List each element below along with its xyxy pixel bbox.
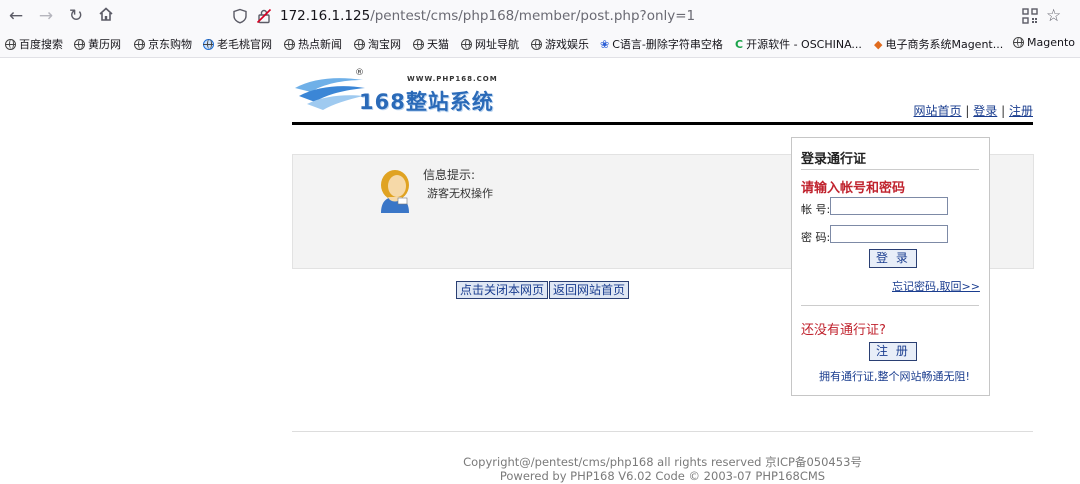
site-home-link[interactable]: 网站首页 bbox=[914, 104, 962, 118]
bookmark-label: C语言-删除字符串空格 bbox=[612, 38, 723, 51]
home-icon[interactable] bbox=[96, 6, 116, 26]
paw-icon: ❀ bbox=[600, 38, 610, 51]
login-button[interactable]: 登 录 bbox=[869, 249, 917, 268]
bookmark-label: 百度搜索 bbox=[19, 38, 63, 51]
register-button[interactable]: 注 册 bbox=[869, 342, 917, 361]
url-text[interactable]: 172.16.1.125/pentest/cms/php168/member/p… bbox=[280, 8, 695, 24]
avatar-icon bbox=[381, 170, 409, 213]
password-label: 密 码: bbox=[801, 231, 831, 244]
copyright-text: Copyright@/pentest/cms/php168 all rights… bbox=[463, 455, 862, 469]
bookmark-label: 开源软件 - OSCHINA... bbox=[746, 38, 862, 51]
footer-divider bbox=[292, 431, 1033, 432]
bookmark-item[interactable]: ❀ C语言-删除字符串空格 bbox=[600, 36, 723, 52]
register-link[interactable]: 注册 bbox=[1009, 104, 1033, 118]
powered-by-text: Powered by PHP168 V6.02 Code © 2003-07 P… bbox=[499, 469, 826, 483]
benefit-text: 拥有通行证,整个网站畅通无阻! bbox=[819, 370, 970, 383]
globe-icon bbox=[134, 39, 145, 50]
globe-icon bbox=[531, 39, 542, 50]
bookmark-label: Magento bbox=[1027, 36, 1075, 49]
globe-icon bbox=[284, 39, 295, 50]
browser-toolbar: ← → ↻ 172.16.1.125/pentest/cms/php168/me… bbox=[0, 0, 1080, 32]
bookmark-item[interactable]: 百度搜索 bbox=[5, 36, 63, 52]
bookmark-label: 电子商务系统Magent... bbox=[885, 38, 1004, 51]
bookmark-item[interactable]: 天猫 bbox=[413, 36, 449, 52]
bookmark-label: 淘宝网 bbox=[368, 38, 401, 51]
no-account-text: 还没有通行证? bbox=[801, 323, 886, 338]
bookmarks-bar: 百度搜索 黄历网 京东购物 老毛桃官网 热点新闻 淘宝网 天猫 网址导航 游戏娱… bbox=[0, 32, 1080, 58]
insecure-lock-icon[interactable] bbox=[256, 8, 272, 27]
globe-icon bbox=[5, 39, 16, 50]
bookmark-item[interactable]: Magento bbox=[1013, 36, 1075, 49]
bookmark-item[interactable]: 游戏娱乐 bbox=[531, 36, 589, 52]
bookmark-item[interactable]: 网址导航 bbox=[461, 36, 519, 52]
bookmark-label: 网址导航 bbox=[475, 38, 519, 51]
url-host: 172.16.1.125 bbox=[280, 8, 371, 24]
divider bbox=[801, 305, 979, 306]
globe-icon bbox=[413, 39, 424, 50]
bookmark-label: 游戏娱乐 bbox=[545, 38, 589, 51]
bookmark-item[interactable]: 京东购物 bbox=[134, 36, 192, 52]
globe-icon bbox=[1013, 37, 1024, 48]
password-input[interactable] bbox=[830, 225, 948, 243]
login-prompt: 请输入帐号和密码 bbox=[801, 181, 906, 196]
account-input[interactable] bbox=[830, 197, 948, 215]
bookmark-label: 热点新闻 bbox=[298, 38, 342, 51]
divider bbox=[801, 169, 979, 170]
bookmark-item[interactable]: C 开源软件 - OSCHINA... bbox=[735, 36, 862, 52]
separator: | bbox=[1001, 104, 1006, 118]
reload-icon[interactable]: ↻ bbox=[66, 6, 86, 26]
message-title: 信息提示: bbox=[423, 168, 476, 182]
close-page-button[interactable]: 点击关闭本网页 bbox=[456, 281, 549, 299]
url-path: /pentest/cms/php168/member/post.php?only… bbox=[370, 8, 696, 24]
forward-icon[interactable]: → bbox=[36, 6, 56, 26]
header-divider bbox=[292, 122, 1033, 125]
bookmark-label: 黄历网 bbox=[88, 38, 121, 51]
globe-icon bbox=[461, 39, 472, 50]
shield-icon[interactable] bbox=[232, 8, 248, 27]
bookmark-item[interactable]: 老毛桃官网 bbox=[203, 36, 272, 52]
magento-icon: ◆ bbox=[874, 38, 883, 51]
bookmark-item[interactable]: 热点新闻 bbox=[284, 36, 342, 52]
back-icon[interactable]: ← bbox=[6, 6, 26, 26]
message-body: 游客无权操作 bbox=[427, 187, 493, 200]
bookmark-item[interactable]: ◆ 电子商务系统Magent... bbox=[874, 36, 1003, 52]
globe-icon bbox=[74, 39, 85, 50]
top-links: 网站首页 | 登录 | 注册 bbox=[914, 102, 1033, 119]
bookmark-star-icon[interactable]: ☆ bbox=[1046, 6, 1061, 26]
account-label: 帐 号: bbox=[801, 203, 831, 216]
bookmark-label: 天猫 bbox=[427, 38, 449, 51]
bookmark-item[interactable]: 淘宝网 bbox=[354, 36, 401, 52]
qr-code-icon[interactable] bbox=[1022, 8, 1038, 27]
logo-title: 168整站系统 bbox=[359, 90, 494, 114]
address-bar[interactable]: 172.16.1.125/pentest/cms/php168/member/p… bbox=[226, 4, 1072, 28]
logo-url: WWW.PHP168.COM bbox=[407, 75, 498, 83]
forgot-password-link[interactable]: 忘记密码,取回>> bbox=[892, 278, 980, 294]
separator: | bbox=[965, 104, 970, 118]
login-heading: 登录通行证 bbox=[801, 152, 867, 167]
login-panel: 登录通行证 请输入帐号和密码 帐 号: 密 码: 登 录 忘记密码,取回>> 还… bbox=[791, 137, 990, 396]
bookmark-label: 老毛桃官网 bbox=[217, 38, 272, 51]
laomaotao-icon bbox=[203, 39, 214, 50]
bookmark-label: 京东购物 bbox=[148, 38, 192, 51]
registered-mark: ® bbox=[355, 68, 364, 78]
oschina-icon: C bbox=[735, 38, 744, 51]
login-link[interactable]: 登录 bbox=[973, 104, 997, 118]
site-logo[interactable]: ® WWW.PHP168.COM 168整站系统 bbox=[293, 68, 497, 120]
globe-icon bbox=[354, 39, 365, 50]
back-home-button[interactable]: 返回网站首页 bbox=[549, 281, 630, 299]
bookmark-item[interactable]: 黄历网 bbox=[74, 36, 121, 52]
